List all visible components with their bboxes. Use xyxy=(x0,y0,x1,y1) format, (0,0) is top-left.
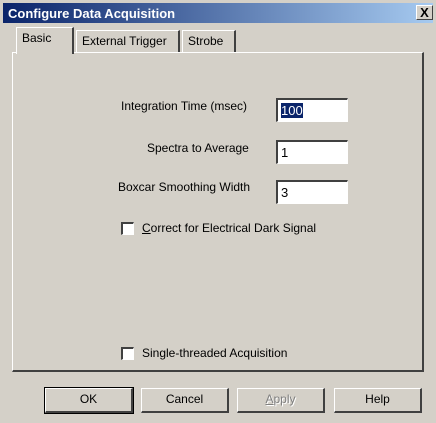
dark-signal-label[interactable]: Correct for Electrical Dark Signal xyxy=(142,221,316,235)
spectra-to-average-label: Spectra to Average xyxy=(147,141,249,155)
tab-external-trigger[interactable]: External Trigger xyxy=(76,30,180,52)
help-button[interactable]: Help xyxy=(334,388,422,413)
cancel-button[interactable]: Cancel xyxy=(141,388,229,413)
cancel-button-label: Cancel xyxy=(165,392,204,406)
ok-button-label: OK xyxy=(79,392,98,406)
window-title: Configure Data Acquisition xyxy=(8,6,176,21)
tab-strobe[interactable]: Strobe xyxy=(182,30,236,52)
close-icon: X xyxy=(420,5,429,20)
tab-external-trigger-label: External Trigger xyxy=(82,34,167,48)
dark-signal-mnemonic: C xyxy=(142,221,151,235)
ok-button[interactable]: OK xyxy=(44,387,134,414)
close-button[interactable]: X xyxy=(416,5,433,20)
boxcar-width-label: Boxcar Smoothing Width xyxy=(118,180,251,194)
integration-time-input[interactable]: 100 xyxy=(276,98,348,122)
integration-time-value: 100 xyxy=(281,103,303,118)
tab-basic-label: Basic xyxy=(22,31,52,45)
help-button-label: Help xyxy=(365,392,390,406)
configure-dialog: Configure Data Acquisition X Basic Exter… xyxy=(0,0,436,423)
boxcar-width-value: 3 xyxy=(281,185,289,200)
tab-basic[interactable]: Basic xyxy=(16,27,74,54)
apply-button[interactable]: Apply xyxy=(237,388,325,413)
integration-time-label: Integration Time (msec) xyxy=(121,99,248,113)
apply-button-label-rest: pply xyxy=(273,392,296,406)
single-thread-label[interactable]: Single-threaded Acquisition xyxy=(142,346,287,360)
spectra-to-average-value: 1 xyxy=(281,145,289,160)
spectra-to-average-input[interactable]: 1 xyxy=(276,140,348,164)
title-bar: Configure Data Acquisition X xyxy=(3,3,433,23)
apply-mnemonic: A xyxy=(265,392,274,406)
single-thread-checkbox[interactable] xyxy=(121,347,134,360)
dark-signal-label-rest: orrect for Electrical Dark Signal xyxy=(150,221,317,235)
dark-signal-checkbox[interactable] xyxy=(121,222,134,235)
tab-strobe-label: Strobe xyxy=(188,34,224,48)
boxcar-width-input[interactable]: 3 xyxy=(276,180,348,204)
